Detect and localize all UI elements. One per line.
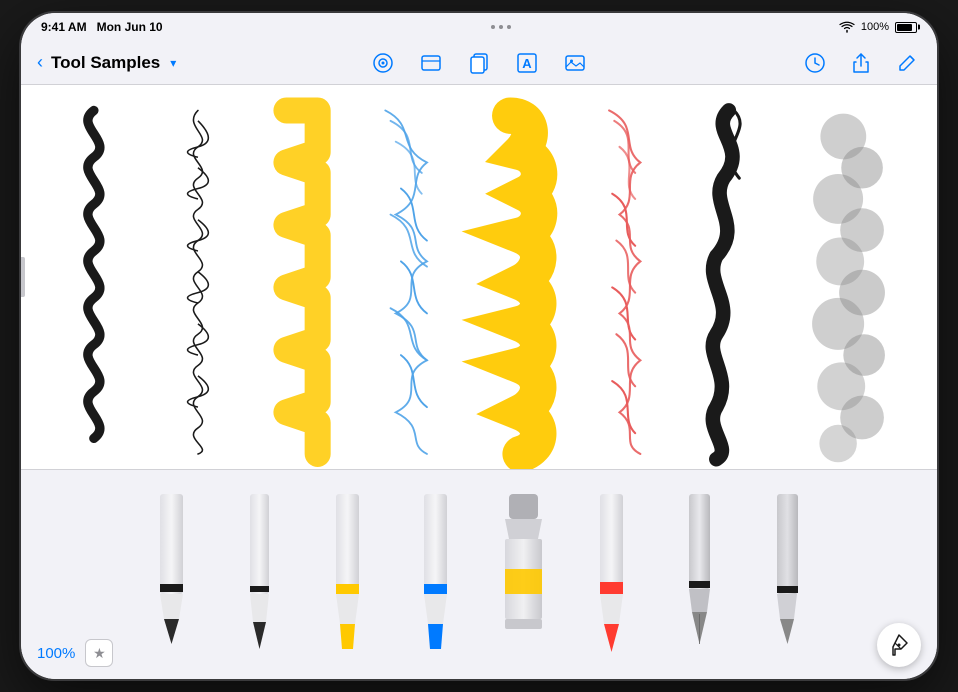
status-time: 9:41 AM Mon Jun 10	[41, 20, 163, 34]
tool-crayon-red[interactable]	[571, 494, 651, 659]
battery-fill	[897, 24, 912, 31]
toolbar-center: A	[369, 49, 589, 77]
canvas-drawing	[21, 85, 937, 469]
tool-paint[interactable]	[483, 494, 563, 659]
status-bar: 9:41 AM Mon Jun 10 100%	[21, 13, 937, 41]
tool-finepen[interactable]	[219, 494, 299, 659]
stroke-wavy-black	[88, 110, 100, 438]
star-icon: ★	[93, 645, 106, 662]
battery-percent: 100%	[861, 21, 889, 33]
toolbar-right	[589, 49, 921, 77]
favorite-button[interactable]: ★	[85, 639, 113, 667]
tool-marker-yellow[interactable]	[307, 494, 387, 659]
tool-fountain[interactable]	[659, 494, 739, 659]
history-icon[interactable]	[801, 49, 829, 77]
pen-nib-icon	[887, 633, 911, 657]
tool-pencil[interactable]	[131, 494, 211, 659]
time-display: 9:41 AM	[41, 20, 87, 34]
stroke-blob-yellow	[510, 116, 539, 454]
title-chevron-icon[interactable]: ▾	[170, 56, 176, 70]
ipad-frame: 9:41 AM Mon Jun 10 100%	[19, 11, 939, 681]
layers-icon[interactable]	[417, 49, 445, 77]
stroke-scribble-blue	[385, 110, 427, 454]
edit-icon[interactable]	[893, 49, 921, 77]
date-display: Mon Jun 10	[97, 20, 163, 34]
sidebar-tab	[21, 257, 25, 297]
tool-panel: 100% ★	[21, 469, 937, 679]
stroke-scribble-red	[609, 110, 640, 454]
battery-icon	[895, 22, 917, 33]
dot3	[507, 25, 511, 29]
dot2	[499, 25, 503, 29]
zoom-level[interactable]: 100%	[37, 645, 75, 662]
tool-pencil-gray[interactable]	[747, 494, 827, 659]
wifi-icon	[839, 21, 855, 33]
toolbar-left: ‹ Tool Samples ▾	[37, 52, 369, 73]
tool-marker-blue[interactable]	[395, 494, 475, 659]
canvas-area[interactable]	[21, 85, 937, 469]
pen-nib-fab[interactable]	[877, 623, 921, 667]
back-button[interactable]: ‹	[37, 52, 43, 73]
text-icon[interactable]: A	[513, 49, 541, 77]
back-chevron-icon: ‹	[37, 52, 43, 73]
svg-text:A: A	[522, 56, 532, 71]
stroke-ribbon-yellow	[286, 110, 317, 454]
stroke-loops-black	[188, 110, 209, 454]
tool-panel-inner	[21, 470, 937, 679]
share-icon[interactable]	[847, 49, 875, 77]
panel-bottom: 100% ★	[37, 639, 113, 667]
ipad-screen: 9:41 AM Mon Jun 10 100%	[21, 13, 937, 679]
status-right: 100%	[839, 21, 917, 33]
document-title: Tool Samples	[51, 53, 160, 73]
stroke-calligraphy-black	[713, 110, 740, 459]
copy-icon[interactable]	[465, 49, 493, 77]
status-dots	[491, 25, 511, 29]
image-icon[interactable]	[561, 49, 589, 77]
fountain-pen-icon[interactable]	[369, 49, 397, 77]
stroke-spray-gray	[812, 114, 885, 463]
dot1	[491, 25, 495, 29]
toolbar: ‹ Tool Samples ▾	[21, 41, 937, 85]
